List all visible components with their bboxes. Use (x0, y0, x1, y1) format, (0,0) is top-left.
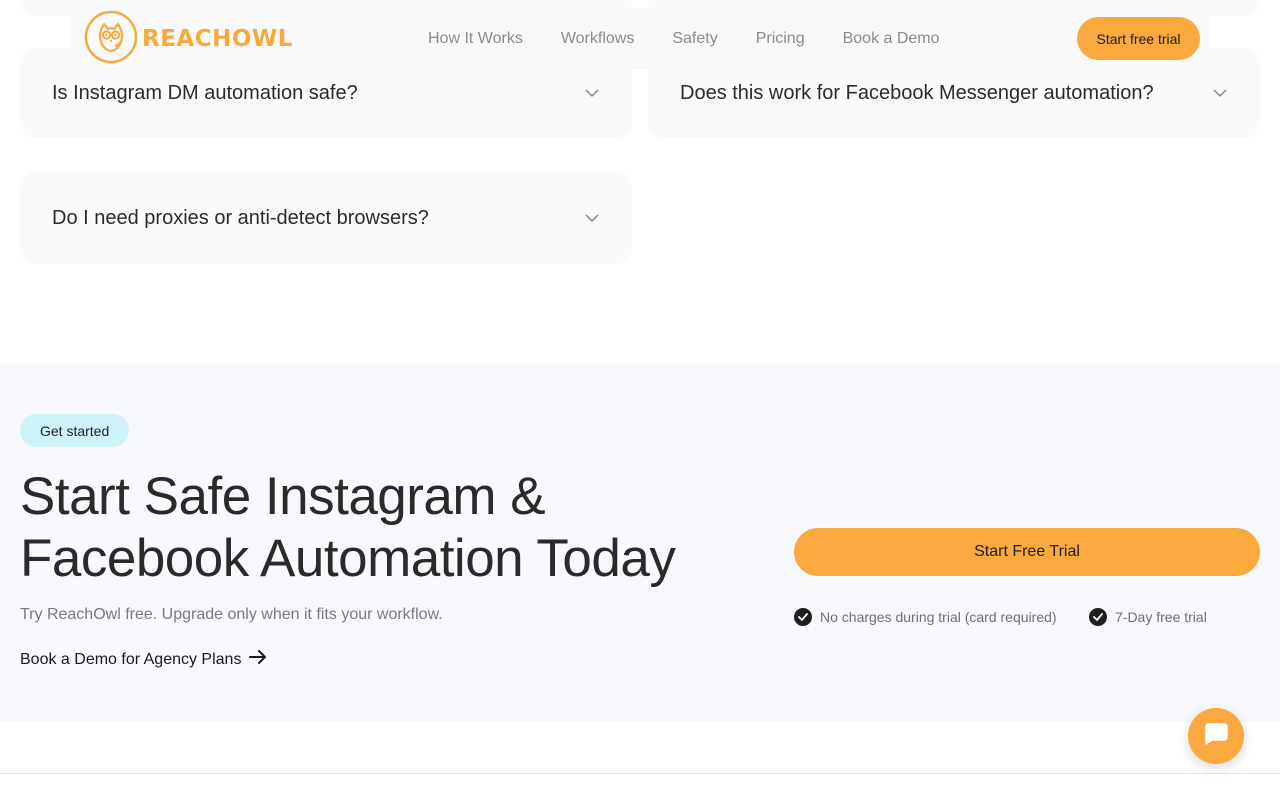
nav-links: How It Works Workflows Safety Pricing Bo… (428, 8, 940, 70)
chat-bubble-icon (1203, 722, 1229, 751)
book-demo-agency-link[interactable]: Book a Demo for Agency Plans (20, 650, 267, 669)
check-circle-icon (794, 608, 812, 626)
owl-logo-icon (84, 10, 138, 69)
get-started-pill: Get started (20, 414, 130, 447)
perk-no-charges: No charges during trial (card required) (794, 608, 1057, 626)
start-free-trial-button[interactable]: Start free trial (1077, 17, 1200, 60)
chevron-down-icon (584, 210, 600, 226)
chat-button[interactable] (1188, 708, 1244, 764)
subheadline: Try ReachOwl free. Upgrade only when it … (20, 606, 443, 623)
logo[interactable]: REACHOWL (84, 10, 293, 69)
nav-link-pricing[interactable]: Pricing (756, 30, 805, 48)
footer-divider (0, 773, 1280, 774)
demo-link-label: Book a Demo for Agency Plans (20, 650, 242, 668)
faq-question: Is Instagram DM automation safe? (52, 81, 358, 104)
nav-link-how-it-works[interactable]: How It Works (428, 30, 523, 48)
navbar: REACHOWL How It Works Workflows Safety P… (70, 8, 1210, 70)
get-started-section: Get started Start Safe Instagram & Faceb… (0, 364, 1280, 722)
chevron-down-icon (584, 85, 600, 101)
nav-link-workflows[interactable]: Workflows (561, 30, 635, 48)
perk-label: No charges during trial (card required) (820, 609, 1057, 625)
faq-item-proxies[interactable]: Do I need proxies or anti-detect browser… (20, 172, 632, 264)
faq-question: Does this work for Facebook Messenger au… (680, 81, 1154, 104)
perk-free-trial: 7-Day free trial (1089, 608, 1207, 626)
page-title: Start Safe Instagram & Facebook Automati… (20, 467, 676, 588)
nav-link-book-demo[interactable]: Book a Demo (843, 30, 940, 48)
arrow-right-icon (249, 650, 267, 669)
perk-label: 7-Day free trial (1115, 609, 1207, 625)
check-circle-icon (1089, 608, 1107, 626)
nav-link-safety[interactable]: Safety (672, 30, 717, 48)
brand-name: REACHOWL (142, 26, 293, 52)
start-free-trial-large-button[interactable]: Start Free Trial (794, 528, 1260, 576)
faq-question: Do I need proxies or anti-detect browser… (52, 206, 429, 229)
chevron-down-icon (1212, 85, 1228, 101)
